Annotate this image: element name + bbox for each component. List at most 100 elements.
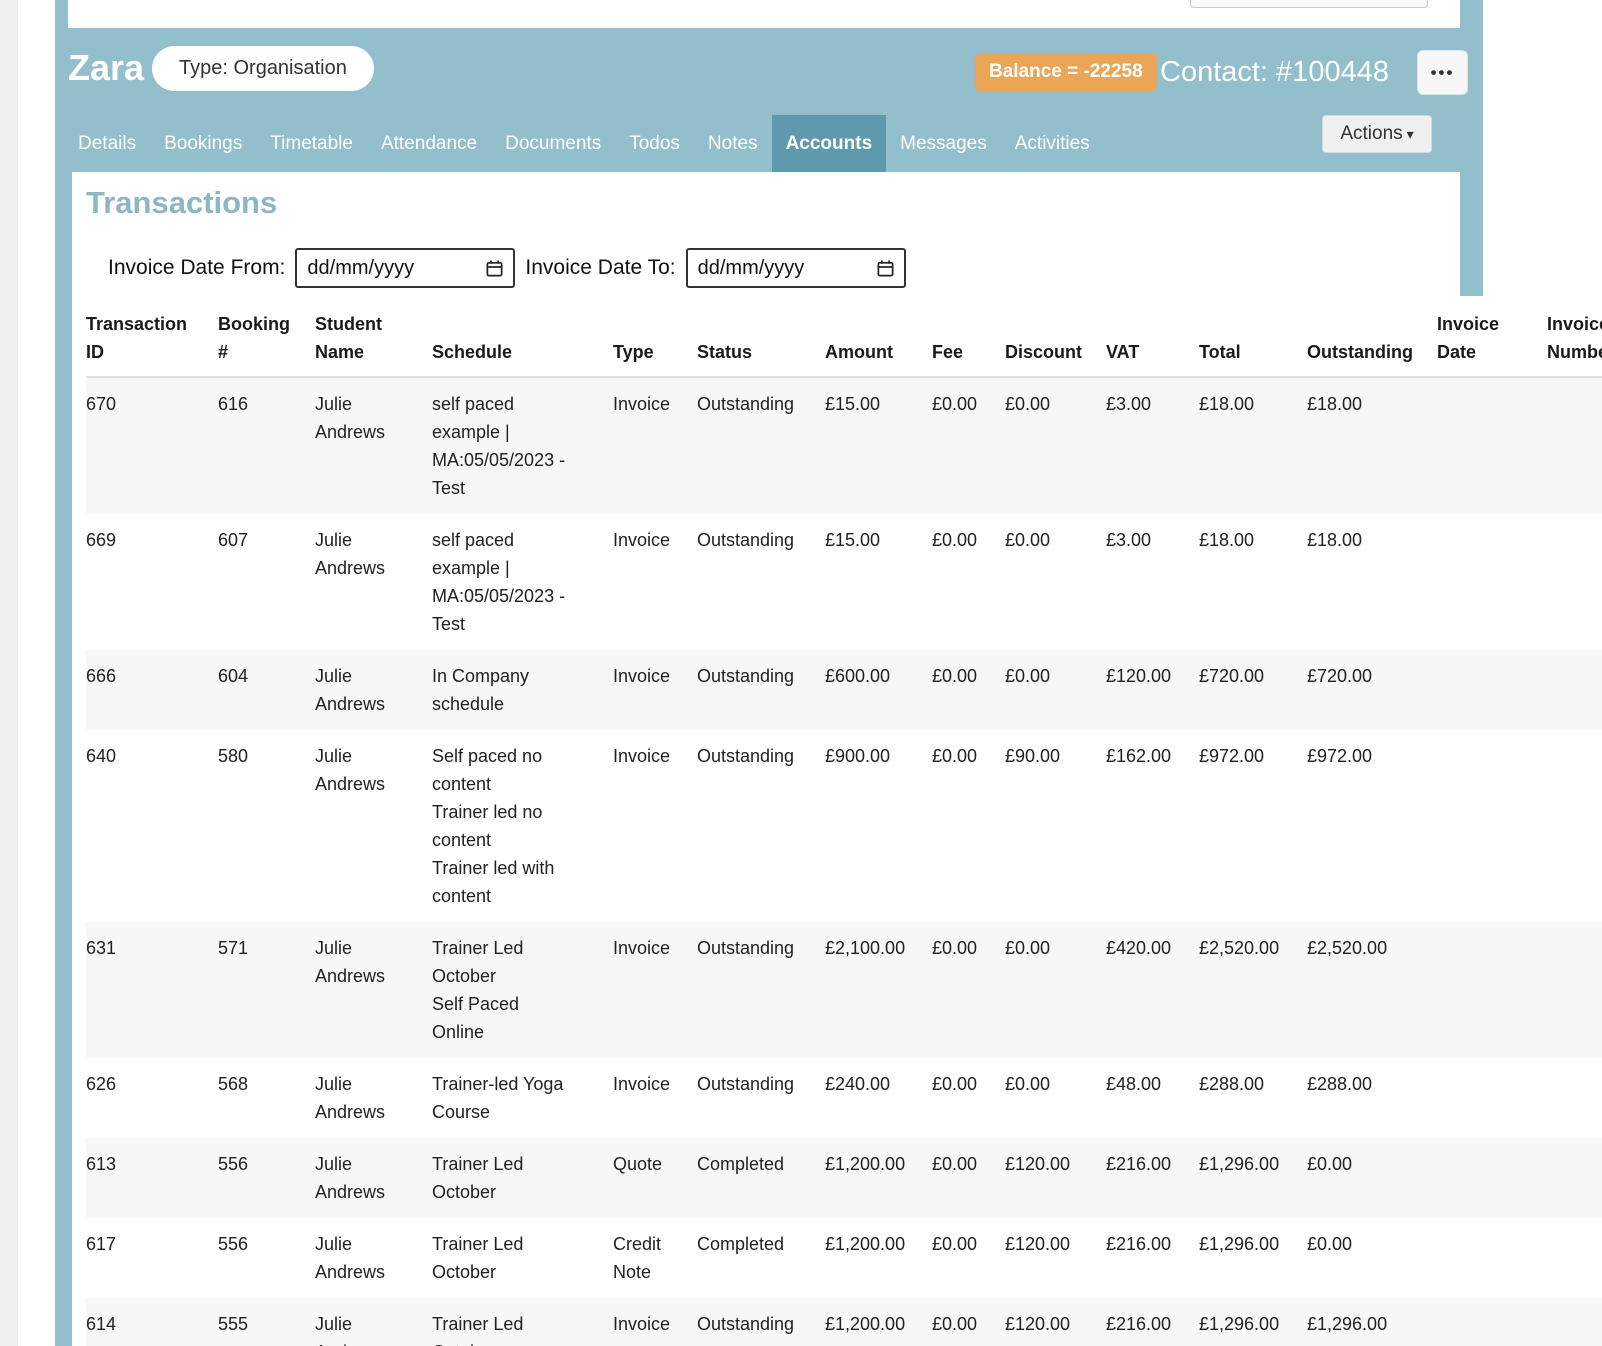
calendar-icon[interactable] — [485, 259, 504, 278]
schedule-item: self paced example | MA:05/05/2023 - Tes… — [432, 526, 572, 638]
tab-timetable[interactable]: Timetable — [256, 115, 367, 172]
invoice-date-from-label: Invoice Date From: — [108, 256, 285, 280]
column-header-invoice-date: Invoice Date — [1437, 296, 1547, 377]
tab-bookings[interactable]: Bookings — [150, 115, 256, 172]
column-header-amount: Amount — [825, 296, 932, 377]
cell-schedule: Trainer Led OctoberSelf Paced Online — [432, 922, 613, 1058]
cell-fee: £0.00 — [932, 1218, 1005, 1298]
transaction-row: 640580Julie AndrewsSelf paced no content… — [86, 730, 1602, 922]
actions-button[interactable]: Actions ▾ — [1322, 115, 1432, 153]
cell-invoice-number — [1547, 922, 1602, 1058]
cell-total: £972.00 — [1199, 730, 1307, 922]
contact-header-shell: Zara Type: Organisation Balance = -22258… — [55, 0, 1483, 1346]
cell-status: Outstanding — [697, 377, 825, 514]
cell-total: £1,296.00 — [1199, 1218, 1307, 1298]
invoice-date-to-input[interactable]: dd/mm/yyyy — [686, 248, 906, 288]
cell-type: Credit Note — [613, 1218, 697, 1298]
column-header-discount: Discount — [1005, 296, 1106, 377]
cell-status: Outstanding — [697, 650, 825, 730]
tab-attendance[interactable]: Attendance — [367, 115, 491, 172]
invoice-date-from-input[interactable]: dd/mm/yyyy — [295, 248, 515, 288]
schedule-item: Trainer Led October — [432, 1310, 572, 1346]
cell-outstanding: £18.00 — [1307, 377, 1437, 514]
cell-transaction-id: 617 — [86, 1218, 218, 1298]
tab-notes[interactable]: Notes — [694, 115, 772, 172]
column-header-invoice-number: Invoice Number — [1547, 296, 1602, 377]
cell-vat: £216.00 — [1106, 1218, 1199, 1298]
cell-fee: £0.00 — [932, 1298, 1005, 1346]
cell-type: Invoice — [613, 1058, 697, 1138]
cell-schedule: Trainer Led October — [432, 1298, 613, 1346]
cell-discount: £0.00 — [1005, 922, 1106, 1058]
more-options-button[interactable]: ••• — [1417, 50, 1468, 95]
cell-invoice-date — [1437, 1138, 1547, 1218]
cell-total: £18.00 — [1199, 514, 1307, 650]
cell-student: Julie Andrews — [315, 377, 432, 514]
cell-schedule: Trainer Led October — [432, 1218, 613, 1298]
transaction-row: 613556Julie AndrewsTrainer Led OctoberQu… — [86, 1138, 1602, 1218]
cell-outstanding: £720.00 — [1307, 650, 1437, 730]
tab-todos[interactable]: Todos — [615, 115, 694, 172]
column-header-status: Status — [697, 296, 825, 377]
schedule-item: Self paced no content — [432, 742, 572, 798]
tab-accounts[interactable]: Accounts — [772, 115, 887, 172]
left-gutter — [0, 0, 18, 1346]
schedule-item: Trainer Led October — [432, 1230, 572, 1286]
cell-amount: £1,200.00 — [825, 1138, 932, 1218]
truncated-top-button[interactable] — [1190, 0, 1428, 8]
cell-schedule: In Company schedule — [432, 650, 613, 730]
cell-discount: £120.00 — [1005, 1298, 1106, 1346]
ellipsis-icon: ••• — [1431, 64, 1455, 81]
cell-student: Julie Andrews — [315, 650, 432, 730]
balance-badge: Balance = -22258 — [975, 53, 1157, 91]
tab-messages[interactable]: Messages — [886, 115, 1001, 172]
cell-type: Invoice — [613, 650, 697, 730]
cell-schedule: Trainer Led October — [432, 1138, 613, 1218]
schedule-item: In Company schedule — [432, 662, 572, 718]
invoice-date-to-label: Invoice Date To: — [525, 256, 675, 280]
cell-vat: £162.00 — [1106, 730, 1199, 922]
cell-invoice-number — [1547, 1218, 1602, 1298]
cell-outstanding: £18.00 — [1307, 514, 1437, 650]
cell-invoice-date — [1437, 377, 1547, 514]
invoice-date-filter-row: Invoice Date From: dd/mm/yyyy Invoice Da… — [108, 248, 1460, 288]
cell-discount: £0.00 — [1005, 1058, 1106, 1138]
transaction-row: 669607Julie Andrewsself paced example | … — [86, 514, 1602, 650]
cell-invoice-number — [1547, 1138, 1602, 1218]
schedule-item: Trainer Led October — [432, 934, 572, 990]
cell-fee: £0.00 — [932, 1138, 1005, 1218]
cell-invoice-date — [1437, 650, 1547, 730]
cell-student: Julie Andrews — [315, 514, 432, 650]
cell-invoice-number — [1547, 1298, 1602, 1346]
cell-amount: £15.00 — [825, 377, 932, 514]
cell-invoice-date — [1437, 1058, 1547, 1138]
actions-button-label: Actions — [1340, 123, 1402, 145]
cell-fee: £0.00 — [932, 514, 1005, 650]
cell-type: Quote — [613, 1138, 697, 1218]
tab-activities[interactable]: Activities — [1001, 115, 1104, 172]
cell-amount: £2,100.00 — [825, 922, 932, 1058]
cell-amount: £1,200.00 — [825, 1298, 932, 1346]
cell-invoice-number — [1547, 377, 1602, 514]
accounts-panel: Transactions Invoice Date From: dd/mm/yy… — [72, 172, 1460, 1346]
cell-amount: £240.00 — [825, 1058, 932, 1138]
cell-fee: £0.00 — [932, 1058, 1005, 1138]
tab-documents[interactable]: Documents — [491, 115, 615, 172]
tab-details[interactable]: Details — [64, 115, 150, 172]
cell-total: £2,520.00 — [1199, 922, 1307, 1058]
table-header-row: Transaction IDBooking #Student NameSched… — [86, 296, 1602, 377]
cell-invoice-number — [1547, 1058, 1602, 1138]
cell-status: Completed — [697, 1138, 825, 1218]
cell-transaction-id: 613 — [86, 1138, 218, 1218]
cell-transaction-id: 614 — [86, 1298, 218, 1346]
cell-status: Outstanding — [697, 1298, 825, 1346]
schedule-item: self paced example | MA:05/05/2023 - Tes… — [432, 390, 572, 502]
transaction-row: 617556Julie AndrewsTrainer Led OctoberCr… — [86, 1218, 1602, 1298]
cell-vat: £216.00 — [1106, 1298, 1199, 1346]
column-header-vat: VAT — [1106, 296, 1199, 377]
cell-booking: 607 — [218, 514, 315, 650]
cell-vat: £3.00 — [1106, 377, 1199, 514]
cell-student: Julie Andrews — [315, 1298, 432, 1346]
cell-schedule: self paced example | MA:05/05/2023 - Tes… — [432, 514, 613, 650]
calendar-icon[interactable] — [876, 259, 895, 278]
